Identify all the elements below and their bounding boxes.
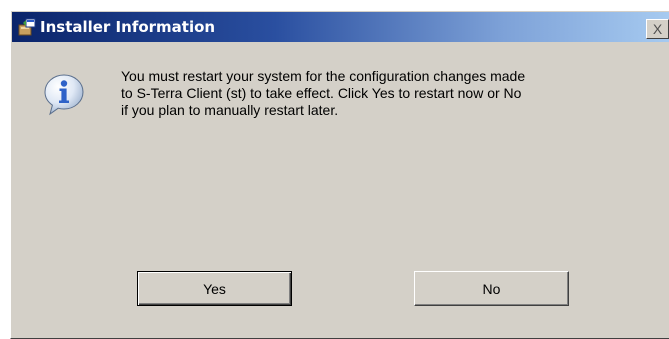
installer-dialog: Installer Information X You must restart… — [10, 10, 669, 339]
close-button[interactable]: X — [646, 19, 669, 39]
no-button-label: No — [482, 280, 501, 297]
message-line: to S-Terra Client (st) to take effect. C… — [121, 85, 522, 101]
info-icon — [44, 74, 84, 116]
message-line: if you plan to manually restart later. — [121, 102, 339, 118]
yes-button-label: Yes — [203, 280, 226, 297]
installer-icon — [17, 17, 37, 37]
no-button[interactable]: No — [414, 271, 569, 306]
message-text: You must restart your system for the con… — [121, 68, 661, 119]
yes-button[interactable]: Yes — [137, 271, 292, 306]
close-icon: X — [652, 20, 663, 37]
window-title: Installer Information — [40, 18, 216, 36]
title-bar[interactable]: Installer Information X — [12, 12, 669, 42]
message-line: You must restart your system for the con… — [121, 68, 526, 84]
